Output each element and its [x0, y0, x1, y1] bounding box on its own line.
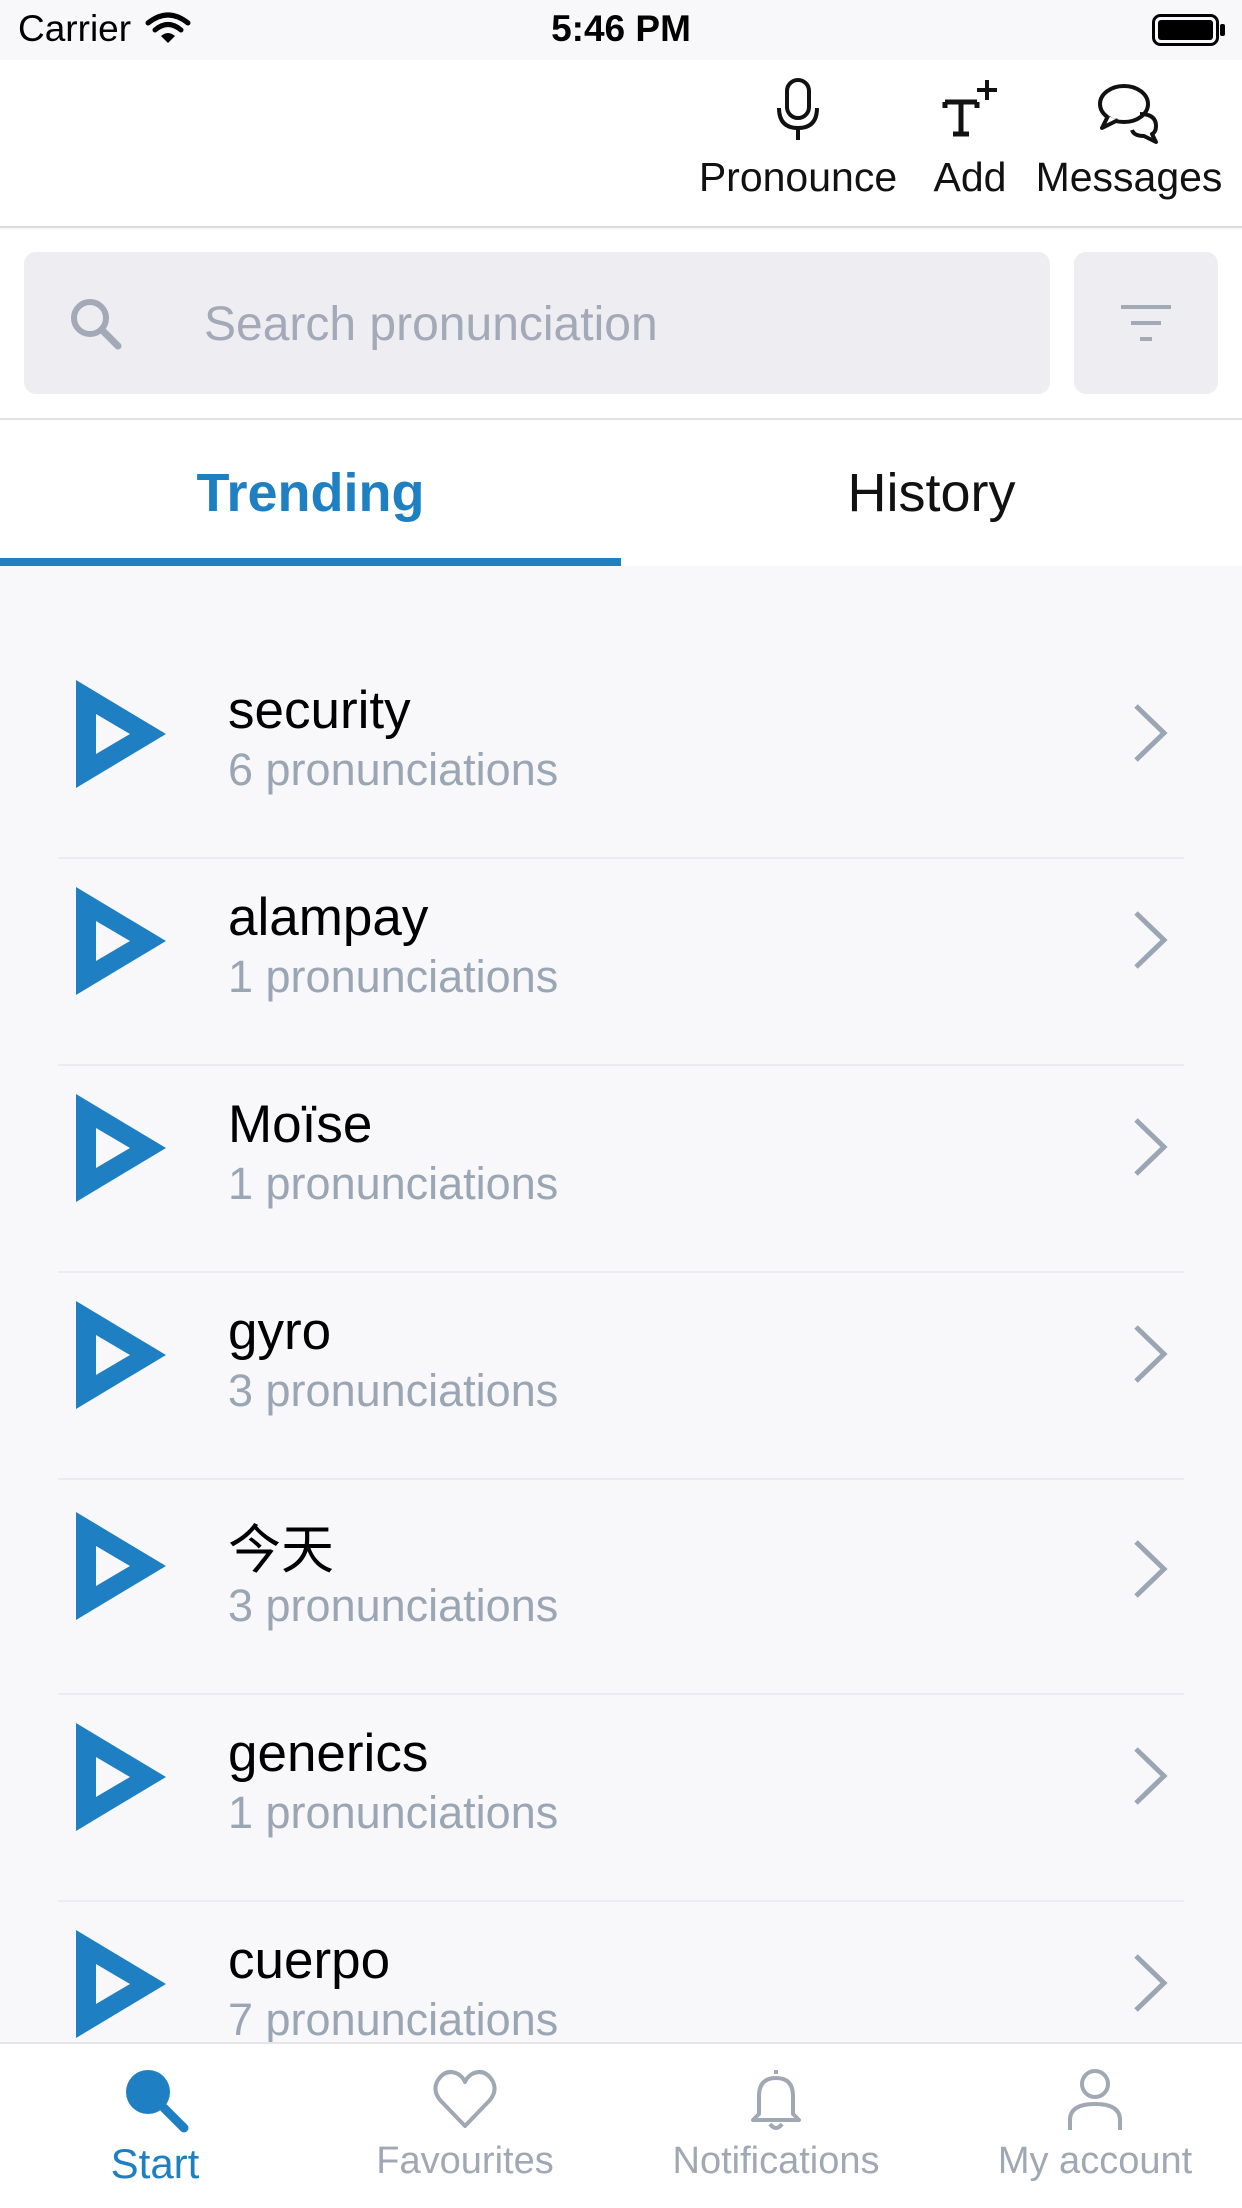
list-item[interactable]: security 6 pronunciations: [58, 652, 1184, 859]
nav-account[interactable]: My account: [980, 2064, 1210, 2183]
play-icon[interactable]: [72, 1297, 170, 1413]
messages-label: Messages: [1035, 154, 1223, 200]
nav-favourites[interactable]: Favourites: [370, 2064, 560, 2183]
word-label: gyro: [228, 1302, 332, 1361]
filter-icon: [1121, 305, 1171, 341]
nav-favourites-label: Favourites: [376, 2140, 554, 2182]
bottom-nav: Start Favourites Notifications My accoun…: [0, 2042, 1242, 2208]
list-item[interactable]: Moïse 1 pronunciations: [58, 1066, 1184, 1273]
play-icon[interactable]: [72, 1719, 170, 1835]
play-icon[interactable]: [72, 883, 170, 999]
word-label: cuerpo: [228, 1931, 391, 1990]
tab-history-label: History: [847, 463, 1016, 523]
word-label: 今天: [228, 1520, 334, 1581]
tab-bar: Trending History: [0, 420, 1242, 566]
pronunciation-count: 3 pronunciations: [228, 1580, 559, 1631]
action-bar: Pronounce Add Messages: [0, 60, 1242, 228]
status-time: 5:46 PM: [551, 8, 691, 49]
chevron-right-icon: [1134, 1747, 1168, 1805]
chat-bubbles-icon: [1098, 84, 1158, 144]
messages-button[interactable]: Messages: [1036, 74, 1222, 201]
user-icon: [1068, 2069, 1122, 2130]
nav-account-label: My account: [997, 2140, 1193, 2182]
list-item[interactable]: generics 1 pronunciations: [58, 1695, 1184, 1902]
search-icon: [126, 2070, 189, 2133]
play-icon[interactable]: [72, 1508, 170, 1624]
word-label: generics: [228, 1724, 429, 1783]
list-item[interactable]: cuerpo 7 pronunciations: [58, 1902, 1184, 2042]
bell-icon: [751, 2070, 801, 2130]
pronounce-button[interactable]: Pronounce: [698, 74, 898, 201]
add-text-icon: [942, 80, 997, 137]
chevron-right-icon: [1134, 1540, 1168, 1598]
search-input[interactable]: [204, 286, 1024, 362]
search-icon: [71, 299, 122, 350]
nav-start-label: Start: [110, 2140, 200, 2187]
chevron-right-icon: [1134, 1954, 1168, 2012]
nav-start[interactable]: Start: [90, 2064, 220, 2188]
add-label: Add: [933, 154, 1007, 200]
pronunciation-count: 1 pronunciations: [228, 951, 559, 1002]
chevron-right-icon: [1134, 704, 1168, 762]
play-icon[interactable]: [72, 1926, 170, 2042]
battery-icon: [1152, 14, 1225, 46]
status-bar: Carrier 5:46 PM: [0, 0, 1242, 60]
chevron-right-icon: [1134, 911, 1168, 969]
chevron-right-icon: [1134, 1118, 1168, 1176]
tab-history[interactable]: History: [621, 420, 1242, 566]
filter-button[interactable]: [1074, 252, 1218, 394]
microphone-icon: [777, 78, 819, 140]
heart-icon: [433, 2070, 497, 2128]
word-label: Moïse: [228, 1095, 373, 1154]
word-label: security: [228, 681, 411, 740]
word-label: alampay: [228, 888, 429, 947]
list-item[interactable]: gyro 3 pronunciations: [58, 1273, 1184, 1480]
pronunciation-count: 7 pronunciations: [228, 1994, 559, 2042]
nav-notifications-label: Notifications: [672, 2140, 880, 2182]
tab-trending[interactable]: Trending: [0, 420, 621, 566]
play-icon[interactable]: [72, 676, 170, 792]
list-item[interactable]: 今天 3 pronunciations: [58, 1480, 1184, 1695]
search-box[interactable]: [24, 252, 1050, 394]
trending-list: security 6 pronunciations alampay 1 pron…: [0, 566, 1242, 2042]
active-tab-indicator: [0, 558, 621, 566]
pronunciation-count: 1 pronunciations: [228, 1158, 559, 1209]
pronounce-label: Pronounce: [698, 154, 898, 200]
nav-notifications[interactable]: Notifications: [666, 2064, 886, 2183]
pronunciation-count: 3 pronunciations: [228, 1365, 559, 1416]
chevron-right-icon: [1134, 1325, 1168, 1383]
play-icon[interactable]: [72, 1090, 170, 1206]
add-button[interactable]: Add: [920, 74, 1020, 201]
list-item[interactable]: alampay 1 pronunciations: [58, 859, 1184, 1066]
tab-trending-label: Trending: [196, 463, 425, 523]
pronunciation-count: 6 pronunciations: [228, 744, 559, 795]
search-row: [0, 230, 1242, 420]
pronunciation-count: 1 pronunciations: [228, 1787, 559, 1838]
